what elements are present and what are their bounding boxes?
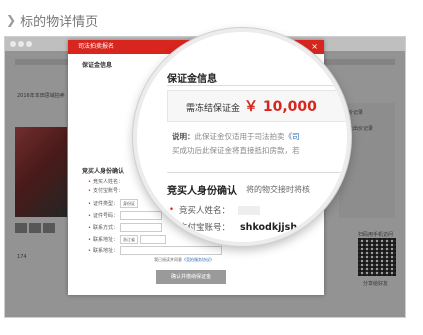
- form-row-address-detail: • 联系地址：: [88, 246, 222, 255]
- address-input[interactable]: [119, 246, 222, 255]
- city-select[interactable]: [139, 235, 166, 244]
- required-icon: •: [169, 222, 175, 232]
- buyer-confirm-subtitle: 将的物交接时将核: [246, 185, 310, 194]
- buyer-name-label: 竞买人姓名：: [179, 206, 231, 216]
- deposit-section-title: 保证金信息: [82, 62, 113, 69]
- province-select[interactable]: 浙江省: [119, 235, 138, 244]
- deposit-box: 需冻结保证金 ￥ 10,000: [167, 90, 347, 122]
- agreement-prefix: 我已阅读并同意: [154, 257, 182, 262]
- alipay-value: shkodkjjsh: [240, 221, 298, 233]
- form-row-name: • 竞买人姓名：: [88, 178, 123, 186]
- buyer-section-title: 竞买人身份确认: [82, 168, 125, 175]
- confirm-deposit-button[interactable]: 确认并缴纳保证金: [156, 270, 226, 284]
- agreement-link[interactable]: 《竞拍服务协议》: [182, 257, 214, 262]
- window-dot-icon: [18, 41, 24, 47]
- field-label: 竞买人姓名：: [92, 179, 123, 185]
- form-row-address: • 联系地址： 浙江省: [88, 235, 166, 244]
- window-dot-icon: [10, 41, 16, 47]
- buyer-name-field: • 竞买人姓名：: [169, 204, 261, 216]
- section-title: ❯ 标的物详情页: [6, 10, 98, 30]
- required-icon: •: [88, 224, 91, 231]
- description-line-2: 买成功后此保证金将直接抵扣房款，若: [172, 146, 300, 155]
- required-icon: •: [88, 247, 91, 254]
- deposit-amount: ￥ 10,000: [244, 99, 317, 115]
- close-icon[interactable]: ×: [311, 40, 318, 54]
- field-label: 证件类型：: [92, 201, 118, 207]
- magnifier-lens: 保证金信息 需冻结保证金 ￥ 10,000 说明：此保证金仅适用于司法拍卖《司 …: [133, 28, 351, 246]
- field-label: 证件号码：: [92, 213, 118, 219]
- divider: [167, 85, 347, 86]
- description-label: 说明：: [172, 132, 195, 141]
- description-line-1: 此保证金仅适用于司法拍卖: [194, 132, 285, 141]
- deposit-label: 需冻结保证金: [186, 104, 241, 114]
- phone-input[interactable]: [119, 223, 162, 232]
- chevron-right-icon: ❯: [6, 13, 17, 27]
- cert-type-select[interactable]: 身份证: [119, 199, 138, 208]
- required-icon: •: [88, 178, 91, 185]
- required-icon: •: [88, 212, 91, 219]
- alipay-field: • 支付宝账号： shkodkjjsh: [169, 221, 298, 234]
- field-label: 联系地址：: [92, 237, 118, 243]
- deposit-title: 保证金信息: [167, 74, 217, 85]
- alipay-label: 支付宝账号：: [179, 223, 231, 233]
- cert-number-input[interactable]: [119, 211, 162, 220]
- deposit-description: 说明：此保证金仅适用于司法拍卖《司 买成功后此保证金将直接抵扣房款，若: [172, 130, 347, 158]
- required-icon: •: [169, 205, 175, 215]
- section-title-text: 标的物详情页: [20, 14, 99, 30]
- divider: [167, 172, 347, 173]
- agreement-text: 我已阅读并同意《竞拍服务协议》: [154, 257, 214, 263]
- required-icon: •: [88, 236, 91, 243]
- rules-link[interactable]: 《司: [285, 132, 300, 141]
- buyer-name-value: [238, 205, 261, 215]
- buyer-confirm-title: 竞买人身份确认: [167, 186, 237, 197]
- form-row-phone: • 联系方式：: [88, 223, 162, 232]
- form-row-alipay: • 支付宝账号：: [88, 187, 123, 195]
- field-label: 联系方式：: [92, 225, 118, 231]
- field-label: 联系地址：: [92, 248, 118, 254]
- form-row-cert-number: • 证件号码：: [88, 211, 162, 220]
- required-icon: •: [88, 187, 91, 194]
- form-row-cert-type: • 证件类型： 身份证: [88, 199, 138, 208]
- window-dot-icon: [26, 41, 32, 47]
- modal-title: 司法拍卖报名: [78, 43, 115, 50]
- field-label: 支付宝账号：: [92, 188, 123, 194]
- required-icon: •: [88, 200, 91, 207]
